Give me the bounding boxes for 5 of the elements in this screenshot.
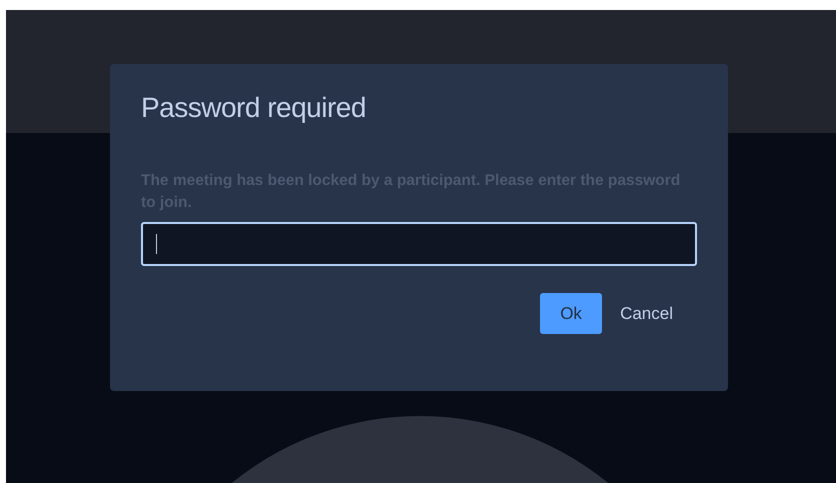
dialog-title: Password required: [141, 92, 367, 124]
password-field[interactable]: [141, 222, 697, 266]
ok-button[interactable]: Ok: [540, 293, 602, 334]
cancel-button[interactable]: Cancel: [606, 293, 687, 334]
text-cursor: [156, 234, 157, 254]
